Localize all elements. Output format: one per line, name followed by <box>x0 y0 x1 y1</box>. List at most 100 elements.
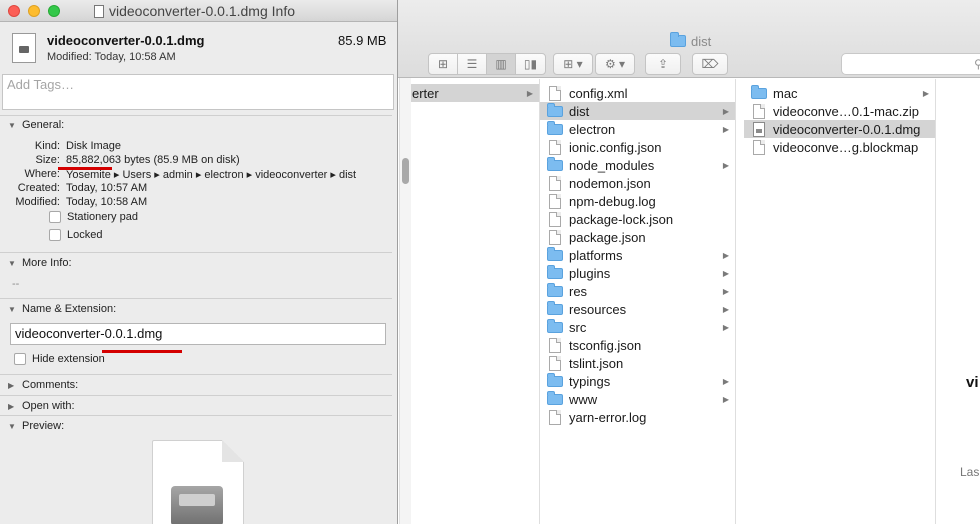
list-item-label: www <box>569 391 598 407</box>
section-more-info-toggle[interactable]: ▼ More Info: <box>8 257 72 269</box>
list-view-icon[interactable]: ☰ <box>458 54 487 74</box>
finder-toolbar: dist ⊞ ☰ ▥ ▯▮ ⊞ ▾ ⚙ ▾ ⇪ ⌦ ⚲ <box>398 0 980 78</box>
where-value: Yosemite ▸ Users ▸ admin ▸ electron ▸ vi… <box>66 169 357 181</box>
checkbox-box[interactable] <box>49 211 61 223</box>
folder-icon <box>546 246 564 261</box>
disclosure-open-icon: ▼ <box>8 304 16 314</box>
size-label: Size: <box>35 154 60 166</box>
chevron-right-icon: ▶ <box>722 160 729 170</box>
list-item[interactable]: erter ▶ <box>410 84 539 102</box>
info-window-title-label: videoconverter-0.0.1.dmg Info <box>109 3 295 19</box>
list-item[interactable]: yarn-error.log <box>540 408 735 426</box>
close-window-button[interactable] <box>8 5 20 17</box>
search-field[interactable]: ⚲ <box>841 53 980 75</box>
name-extension-input[interactable]: videoconverter-0.0.1.dmg <box>10 323 386 345</box>
list-item[interactable]: videoconve…g.blockmap <box>744 138 935 156</box>
list-item[interactable]: plugins ▶ <box>540 264 735 282</box>
divider <box>0 374 392 375</box>
file-icon <box>546 229 564 245</box>
chevron-right-icon: ▶ <box>722 376 729 386</box>
finder-column-2: config.xml dist ▶ electron ▶ ionic.config.jso… <box>540 79 736 524</box>
list-item[interactable]: nodemon.json <box>540 174 735 192</box>
section-open-with-toggle[interactable]: ▶ Open with: <box>8 400 75 412</box>
view-mode-segmented-control[interactable]: ⊞ ☰ ▥ ▯▮ <box>428 53 546 75</box>
preview-file-name: vi <box>966 374 979 391</box>
section-comments-toggle[interactable]: ▶ Comments: <box>8 379 78 391</box>
hard-disk-icon <box>171 486 223 524</box>
list-item[interactable]: typings ▶ <box>540 372 735 390</box>
list-item-label: erter <box>412 85 439 101</box>
disclosure-open-icon: ▼ <box>8 421 16 431</box>
scrollbar-thumb[interactable] <box>402 158 409 184</box>
preview-last-label: Las <box>960 465 980 479</box>
tags-input[interactable]: Add Tags… <box>2 74 394 110</box>
annotation-underline <box>102 350 182 353</box>
file-icon <box>546 85 564 101</box>
column-view-icon[interactable]: ▥ <box>487 54 516 74</box>
hide-extension-checkbox[interactable]: Hide extension <box>14 353 105 365</box>
list-item[interactable]: tslint.json <box>540 354 735 372</box>
modified-subtitle: Modified: Today, 10:58 AM <box>47 51 176 63</box>
section-preview-toggle[interactable]: ▼ Preview: <box>8 420 64 432</box>
list-item[interactable]: package-lock.json <box>540 210 735 228</box>
list-item-label: videoconve…g.blockmap <box>773 139 919 155</box>
finder-title-label: dist <box>691 33 712 49</box>
list-item-label: tslint.json <box>569 355 624 371</box>
arrange-button[interactable]: ⊞ ▾ <box>553 53 593 75</box>
disk-image-icon <box>750 121 768 137</box>
tags-button[interactable]: ⌦ <box>692 53 728 75</box>
list-item-label: videoconve…0.1-mac.zip <box>773 103 919 119</box>
created-label: Created: <box>17 182 60 194</box>
finder-preview-pane: vi Las <box>936 79 980 524</box>
action-button[interactable]: ⚙ ▾ <box>595 53 635 75</box>
list-item-label: tsconfig.json <box>569 337 642 353</box>
divider <box>0 115 392 116</box>
list-item[interactable]: electron ▶ <box>540 120 735 138</box>
info-scrollbar[interactable] <box>399 78 411 524</box>
list-item-label: node_modules <box>569 157 655 173</box>
list-item[interactable]: config.xml <box>540 84 735 102</box>
section-name-extension-toggle[interactable]: ▼ Name & Extension: <box>8 303 116 315</box>
list-item[interactable]: www ▶ <box>540 390 735 408</box>
section-more-info-label: More Info: <box>22 257 72 269</box>
list-item[interactable]: npm-debug.log <box>540 192 735 210</box>
cover-flow-icon[interactable]: ▯▮ <box>516 54 545 74</box>
zoom-window-button[interactable] <box>48 5 60 17</box>
list-item[interactable]: res ▶ <box>540 282 735 300</box>
list-item[interactable]: mac ▶ <box>744 84 935 102</box>
list-item[interactable]: dist ▶ <box>540 102 735 120</box>
checkbox-box[interactable] <box>14 353 26 365</box>
divider <box>0 252 392 253</box>
list-item[interactable]: src ▶ <box>540 318 735 336</box>
list-item[interactable]: videoconve…0.1-mac.zip <box>744 102 935 120</box>
chevron-right-icon: ▶ <box>722 322 729 332</box>
icon-view-icon[interactable]: ⊞ <box>429 54 458 74</box>
document-icon <box>94 4 104 18</box>
finder-title: dist <box>670 32 712 49</box>
folder-icon <box>750 84 768 99</box>
section-general-toggle[interactable]: ▼ General: <box>8 119 64 131</box>
list-item[interactable]: node_modules ▶ <box>540 156 735 174</box>
chevron-right-icon: ▶ <box>526 88 533 98</box>
folder-icon <box>546 300 564 315</box>
list-item[interactable]: package.json <box>540 228 735 246</box>
list-item[interactable]: resources ▶ <box>540 300 735 318</box>
checkbox-box[interactable] <box>49 229 61 241</box>
size-value: 85,882,063 bytes (85.9 MB on disk) <box>66 154 240 166</box>
preview-document-icon <box>152 440 244 524</box>
list-item[interactable]: tsconfig.json <box>540 336 735 354</box>
list-item-label: package.json <box>569 229 646 245</box>
share-button[interactable]: ⇪ <box>645 53 681 75</box>
minimize-window-button[interactable] <box>28 5 40 17</box>
list-item[interactable]: ionic.config.json <box>540 138 735 156</box>
hide-extension-label: Hide extension <box>32 353 105 365</box>
folder-icon <box>546 264 564 279</box>
locked-checkbox[interactable]: Locked <box>49 229 102 241</box>
list-item[interactable]: videoconverter-0.0.1.dmg <box>744 120 935 138</box>
list-item[interactable]: platforms ▶ <box>540 246 735 264</box>
file-icon <box>750 103 768 119</box>
file-icon <box>546 139 564 155</box>
stationery-pad-checkbox[interactable]: Stationery pad <box>49 211 138 223</box>
folder-icon <box>546 318 564 333</box>
section-open-with-label: Open with: <box>22 400 75 412</box>
